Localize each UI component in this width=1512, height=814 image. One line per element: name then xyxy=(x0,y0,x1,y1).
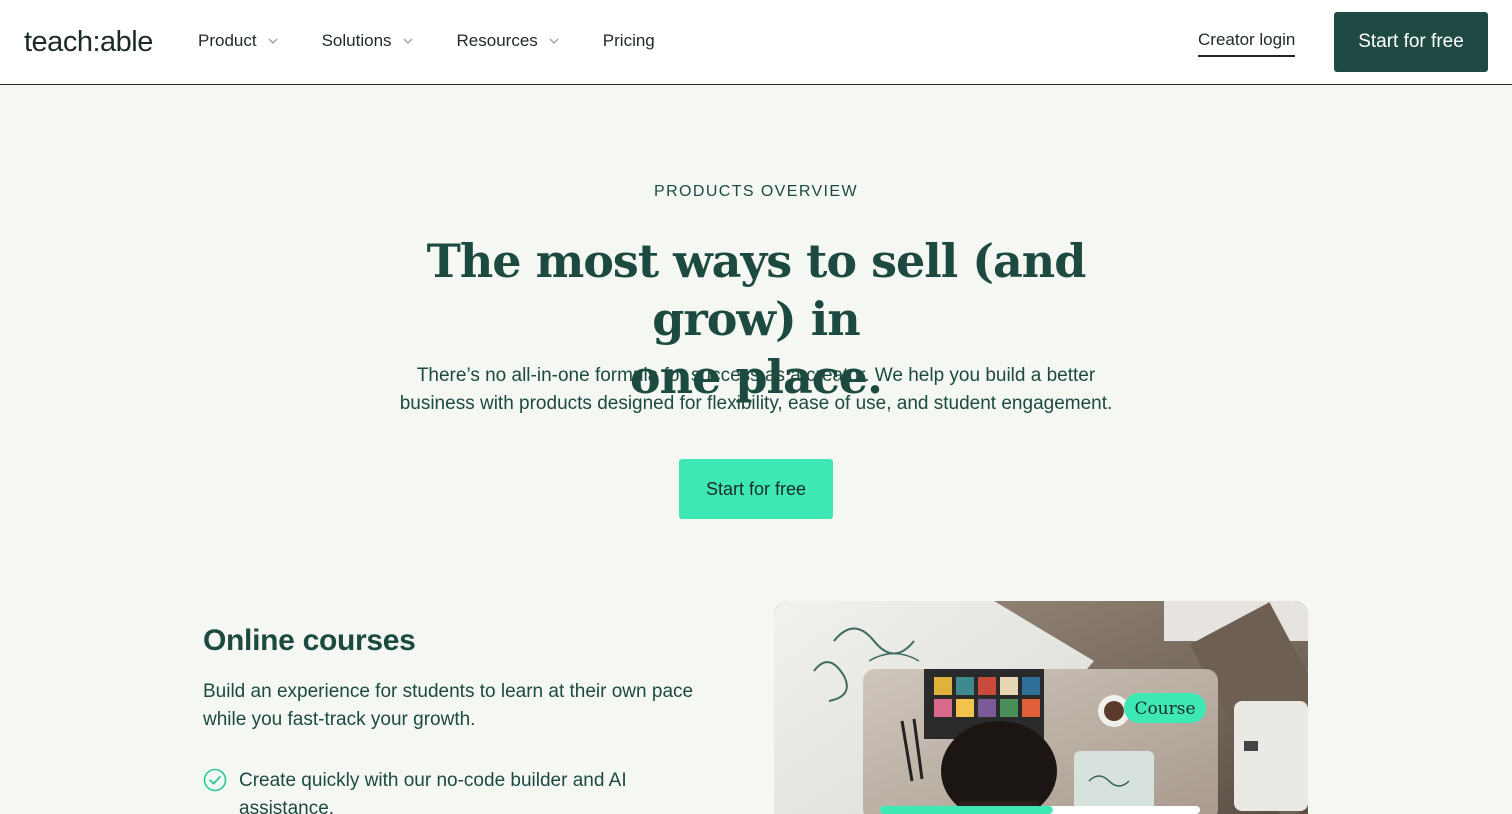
hero-headline-line-1: The most ways to sell (and grow) in xyxy=(426,234,1087,346)
products-overview-eyebrow: PRODUCTS OVERVIEW xyxy=(654,183,858,200)
nav-item-resources[interactable]: Resources xyxy=(457,31,560,51)
course-badge: Course xyxy=(1134,699,1195,719)
creator-login-link[interactable]: Creator login xyxy=(1198,30,1296,57)
check-circle-icon xyxy=(203,768,227,792)
hero-start-free-button[interactable]: Start for free xyxy=(679,459,833,519)
feature-check-item: Create quickly with our no-code builder … xyxy=(203,767,713,814)
main-nav: Product Solutions Resources Pricing xyxy=(198,28,655,54)
nav-item-label: Product xyxy=(198,31,257,50)
feature-description: Build an experience for students to lear… xyxy=(203,681,694,730)
feature-title: Online courses xyxy=(203,624,416,657)
nav-item-label: Solutions xyxy=(321,31,392,50)
photo-illustration: Course xyxy=(774,601,1308,814)
teachable-logo[interactable]: teach:able xyxy=(24,24,153,60)
header-start-free-button[interactable]: Start for free xyxy=(1334,12,1488,72)
nav-item-solutions[interactable]: Solutions xyxy=(322,31,414,51)
chevron-down-icon xyxy=(268,38,278,44)
chevron-down-icon xyxy=(403,38,413,44)
nav-item-pricing[interactable]: Pricing xyxy=(603,31,655,51)
site-header: teach:able Product Solutions Resources P… xyxy=(0,0,1512,85)
course-progress-fill xyxy=(880,806,1053,814)
feature-check-text: Create quickly with our no-code builder … xyxy=(239,770,627,814)
chevron-down-icon xyxy=(549,38,559,44)
hero-subtitle-line-2: business with products designed for flex… xyxy=(399,393,1113,414)
nav-item-product[interactable]: Product xyxy=(198,31,279,51)
nav-item-label: Resources xyxy=(456,31,538,50)
hero-subtitle-line-1: There’s no all-in-one formula for succes… xyxy=(416,365,1096,386)
nav-item-label: Pricing xyxy=(602,31,655,50)
online-courses-photo: Course xyxy=(774,601,1308,814)
hero-subtitle: There’s no all-in-one formula for succes… xyxy=(356,362,1156,418)
